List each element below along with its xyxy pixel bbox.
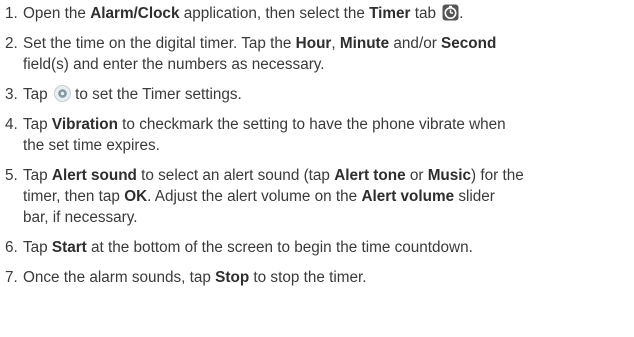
ui-term: Music: [427, 167, 472, 184]
instruction-list: 1. Open the Alarm/Clock application, then…: [0, 0, 634, 288]
text-run: to checkmark the setting to have the pho…: [117, 116, 506, 133]
text-run: to set the Timer settings.: [70, 86, 242, 103]
list-item: 7. Once the alarm sounds, tap Stop to sto…: [5, 267, 624, 288]
ui-term: Timer: [369, 5, 411, 22]
step-number: 3.: [5, 86, 18, 103]
ui-term: Alarm/Clock: [90, 5, 180, 22]
step-number: 6.: [5, 239, 18, 256]
text-run: Set the time on the digital timer. Tap t…: [23, 35, 296, 52]
list-item: 4. Tap Vibration to checkmark the setting…: [5, 114, 624, 156]
text-run: to select an alert sound (tap: [136, 167, 335, 184]
list-item: 5. Tap Alert sound to select an alert sou…: [5, 165, 624, 228]
list-item: 2. Set the time on the digital timer. Tap…: [5, 33, 624, 75]
list-item: 6. Tap Start at the bottom of the screen …: [5, 237, 624, 258]
ui-term: Minute: [339, 35, 390, 52]
text-run: application, then select the: [179, 5, 370, 22]
text-run: Open the: [23, 5, 91, 22]
timer-tab-icon: [442, 4, 459, 21]
text-run: timer, then tap: [23, 188, 125, 205]
step-text-line: field(s) and enter the numbers as necess…: [23, 54, 624, 75]
step-text-line: Once the alarm sounds, tap Stop to stop …: [23, 267, 624, 288]
step-text-line: Set the time on the digital timer. Tap t…: [23, 33, 624, 54]
text-run: ,: [331, 35, 340, 52]
ui-term: OK: [124, 188, 148, 205]
step-number: 1.: [5, 5, 18, 22]
text-run: the set time expires.: [23, 137, 160, 154]
list-item: 3. Tap to set the Timer settings.: [5, 84, 624, 105]
ui-term: Second: [441, 35, 497, 52]
text-run: field(s) and enter the numbers as necess…: [23, 56, 325, 73]
ui-term: Alert sound: [51, 167, 137, 184]
text-run: . Adjust the alert volume on the: [147, 188, 362, 205]
ui-term: Alert tone: [334, 167, 406, 184]
list-item: 1. Open the Alarm/Clock application, then…: [5, 3, 624, 24]
text-run: .: [459, 5, 464, 22]
ui-term: Start: [51, 239, 87, 256]
step-text-line: Tap to set the Timer settings.: [23, 84, 624, 105]
step-text-line: the set time expires.: [23, 135, 624, 156]
text-run: tab: [410, 5, 441, 22]
step-number: 7.: [5, 269, 18, 286]
ui-term: Alert volume: [361, 188, 455, 205]
text-run: bar, if necessary.: [23, 209, 138, 226]
text-run: Once the alarm sounds, tap: [23, 269, 216, 286]
text-run: Tap: [23, 116, 52, 133]
text-run: slider: [454, 188, 495, 205]
text-run: Tap: [23, 239, 52, 256]
step-text-line: Tap Alert sound to select an alert sound…: [23, 165, 624, 186]
text-run: Tap: [23, 86, 52, 103]
step-number: 2.: [5, 35, 18, 52]
step-text-line: Tap Start at the bottom of the screen to…: [23, 237, 624, 258]
step-text-line: Tap Vibration to checkmark the setting t…: [23, 114, 624, 135]
step-text-line: bar, if necessary.: [23, 207, 624, 228]
ui-term: Hour: [295, 35, 332, 52]
ui-term: Vibration: [51, 116, 118, 133]
step-number: 5.: [5, 167, 18, 184]
text-run: at the bottom of the screen to begin the…: [86, 239, 473, 256]
text-run: or: [405, 167, 428, 184]
settings-icon: [54, 85, 71, 102]
ui-term: Stop: [215, 269, 250, 286]
step-text-line: Open the Alarm/Clock application, then s…: [23, 3, 624, 24]
text-run: and/or: [389, 35, 442, 52]
text-run: Tap: [23, 167, 52, 184]
step-text-line: timer, then tap OK. Adjust the alert vol…: [23, 186, 624, 207]
text-run: ) for the: [471, 167, 524, 184]
text-run: to stop the timer.: [249, 269, 367, 286]
step-number: 4.: [5, 116, 18, 133]
